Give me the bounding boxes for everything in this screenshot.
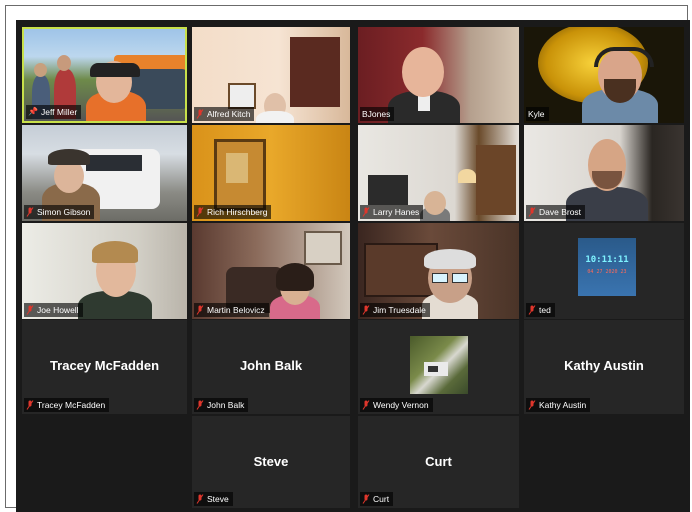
name-tag: Alfred Kitch: [194, 107, 255, 121]
participant-tile-john-balk[interactable]: John Balk John Balk: [192, 320, 350, 414]
participant-tile-jeff-miller[interactable]: 📌 Jeff Miller: [22, 27, 187, 123]
participant-tile-dave-brost[interactable]: Dave Brost: [524, 125, 684, 221]
display-name: Tracey McFadden: [49, 358, 160, 373]
participant-tile-ted[interactable]: 10:11:11 04 27 2020 23 ted: [524, 223, 684, 319]
participant-tile-bjones[interactable]: BJones: [358, 27, 519, 123]
mic-muted-icon: [362, 494, 370, 504]
name-tag: Tracey McFadden: [24, 398, 110, 412]
mic-muted-icon: [196, 400, 204, 410]
name-tag: Wendy Vernon: [360, 398, 433, 412]
mic-muted-icon: [362, 400, 370, 410]
display-name: Curt: [425, 454, 452, 469]
pin-icon: 📌: [28, 107, 38, 116]
participant-tile-simon-gibson[interactable]: Simon Gibson: [22, 125, 187, 221]
participant-tile-alfred-kitch[interactable]: Alfred Kitch: [192, 27, 350, 123]
participant-name: Jeff Miller: [40, 107, 78, 117]
profile-picture-aerial: [410, 336, 468, 394]
display-name: Steve: [253, 454, 289, 469]
participant-tile-steve[interactable]: Steve Steve: [192, 416, 350, 508]
name-tag: ted: [526, 303, 555, 317]
name-tag: Jim Truesdale: [360, 303, 430, 317]
participant-tile-tracey-mcfadden[interactable]: Tracey McFadden Tracey McFadden: [22, 320, 187, 414]
participant-tile-martin-belovicz[interactable]: Martin Belovicz: [192, 223, 350, 319]
participant-name: BJones: [362, 109, 391, 119]
participant-name: Kyle: [528, 109, 545, 119]
participant-name: Martin Belovicz: [207, 305, 265, 315]
participant-name: Kathy Austin: [539, 400, 587, 410]
name-tag: 📌 Jeff Miller: [26, 105, 82, 119]
name-tag: Kathy Austin: [526, 398, 591, 412]
display-name: John Balk: [239, 358, 303, 373]
participant-tile-curt[interactable]: Curt Curt: [358, 416, 519, 508]
participant-name: Dave Brost: [539, 207, 582, 217]
name-tag: Curt: [360, 492, 394, 506]
name-tag: Kyle: [526, 107, 549, 121]
participant-name: Joe Howell: [37, 305, 79, 315]
name-tag: John Balk: [194, 398, 249, 412]
participant-name: Steve: [207, 494, 229, 504]
name-tag: Larry Hanes: [360, 205, 424, 219]
mic-muted-icon: [362, 207, 370, 217]
participant-tile-jim-truesdale[interactable]: Jim Truesdale: [358, 223, 519, 319]
name-tag: Dave Brost: [526, 205, 586, 219]
participant-name: John Balk: [207, 400, 245, 410]
clock-time: 10:11:11: [585, 255, 629, 265]
mic-muted-icon: [196, 109, 204, 119]
mic-muted-icon: [362, 305, 370, 315]
mic-muted-icon: [26, 400, 34, 410]
participant-tile-larry-hanes[interactable]: Larry Hanes: [358, 125, 519, 221]
clock-date: 04 27 2020 23: [587, 269, 627, 275]
mic-muted-icon: [528, 207, 536, 217]
participant-tile-wendy-vernon[interactable]: Wendy Vernon: [358, 320, 519, 414]
name-tag: Steve: [194, 492, 233, 506]
mic-muted-icon: [528, 305, 536, 315]
participant-tile-joe-howell[interactable]: Joe Howell: [22, 223, 187, 319]
name-tag: Joe Howell: [24, 303, 83, 317]
name-tag: Simon Gibson: [24, 205, 95, 219]
mic-muted-icon: [196, 305, 204, 315]
participant-name: Curt: [373, 494, 390, 504]
mic-muted-icon: [528, 400, 536, 410]
participant-name: Simon Gibson: [37, 207, 91, 217]
profile-picture-clock: 10:11:11 04 27 2020 23: [578, 238, 636, 296]
participant-tile-kyle[interactable]: Kyle: [524, 27, 684, 123]
participant-name: ted: [539, 305, 551, 315]
participant-name: Alfred Kitch: [207, 109, 251, 119]
mic-muted-icon: [26, 305, 34, 315]
name-tag: BJones: [360, 107, 395, 121]
mic-muted-icon: [26, 207, 34, 217]
participant-name: Rich Hirschberg: [207, 207, 268, 217]
name-tag: Rich Hirschberg: [194, 205, 272, 219]
participant-tile-kathy-austin[interactable]: Kathy Austin Kathy Austin: [524, 320, 684, 414]
participant-name: Larry Hanes: [373, 207, 420, 217]
participant-name: Wendy Vernon: [373, 400, 429, 410]
participant-name: Tracey McFadden: [37, 400, 106, 410]
participant-tile-rich-hirschberg[interactable]: Rich Hirschberg: [192, 125, 350, 221]
mic-muted-icon: [196, 207, 204, 217]
name-tag: Martin Belovicz: [194, 303, 269, 317]
participant-name: Jim Truesdale: [373, 305, 426, 315]
mic-muted-icon: [196, 494, 204, 504]
display-name: Kathy Austin: [564, 358, 644, 373]
gallery-view: 📌 Jeff Miller Alfred Kitch BJones Kyle S…: [16, 20, 690, 512]
